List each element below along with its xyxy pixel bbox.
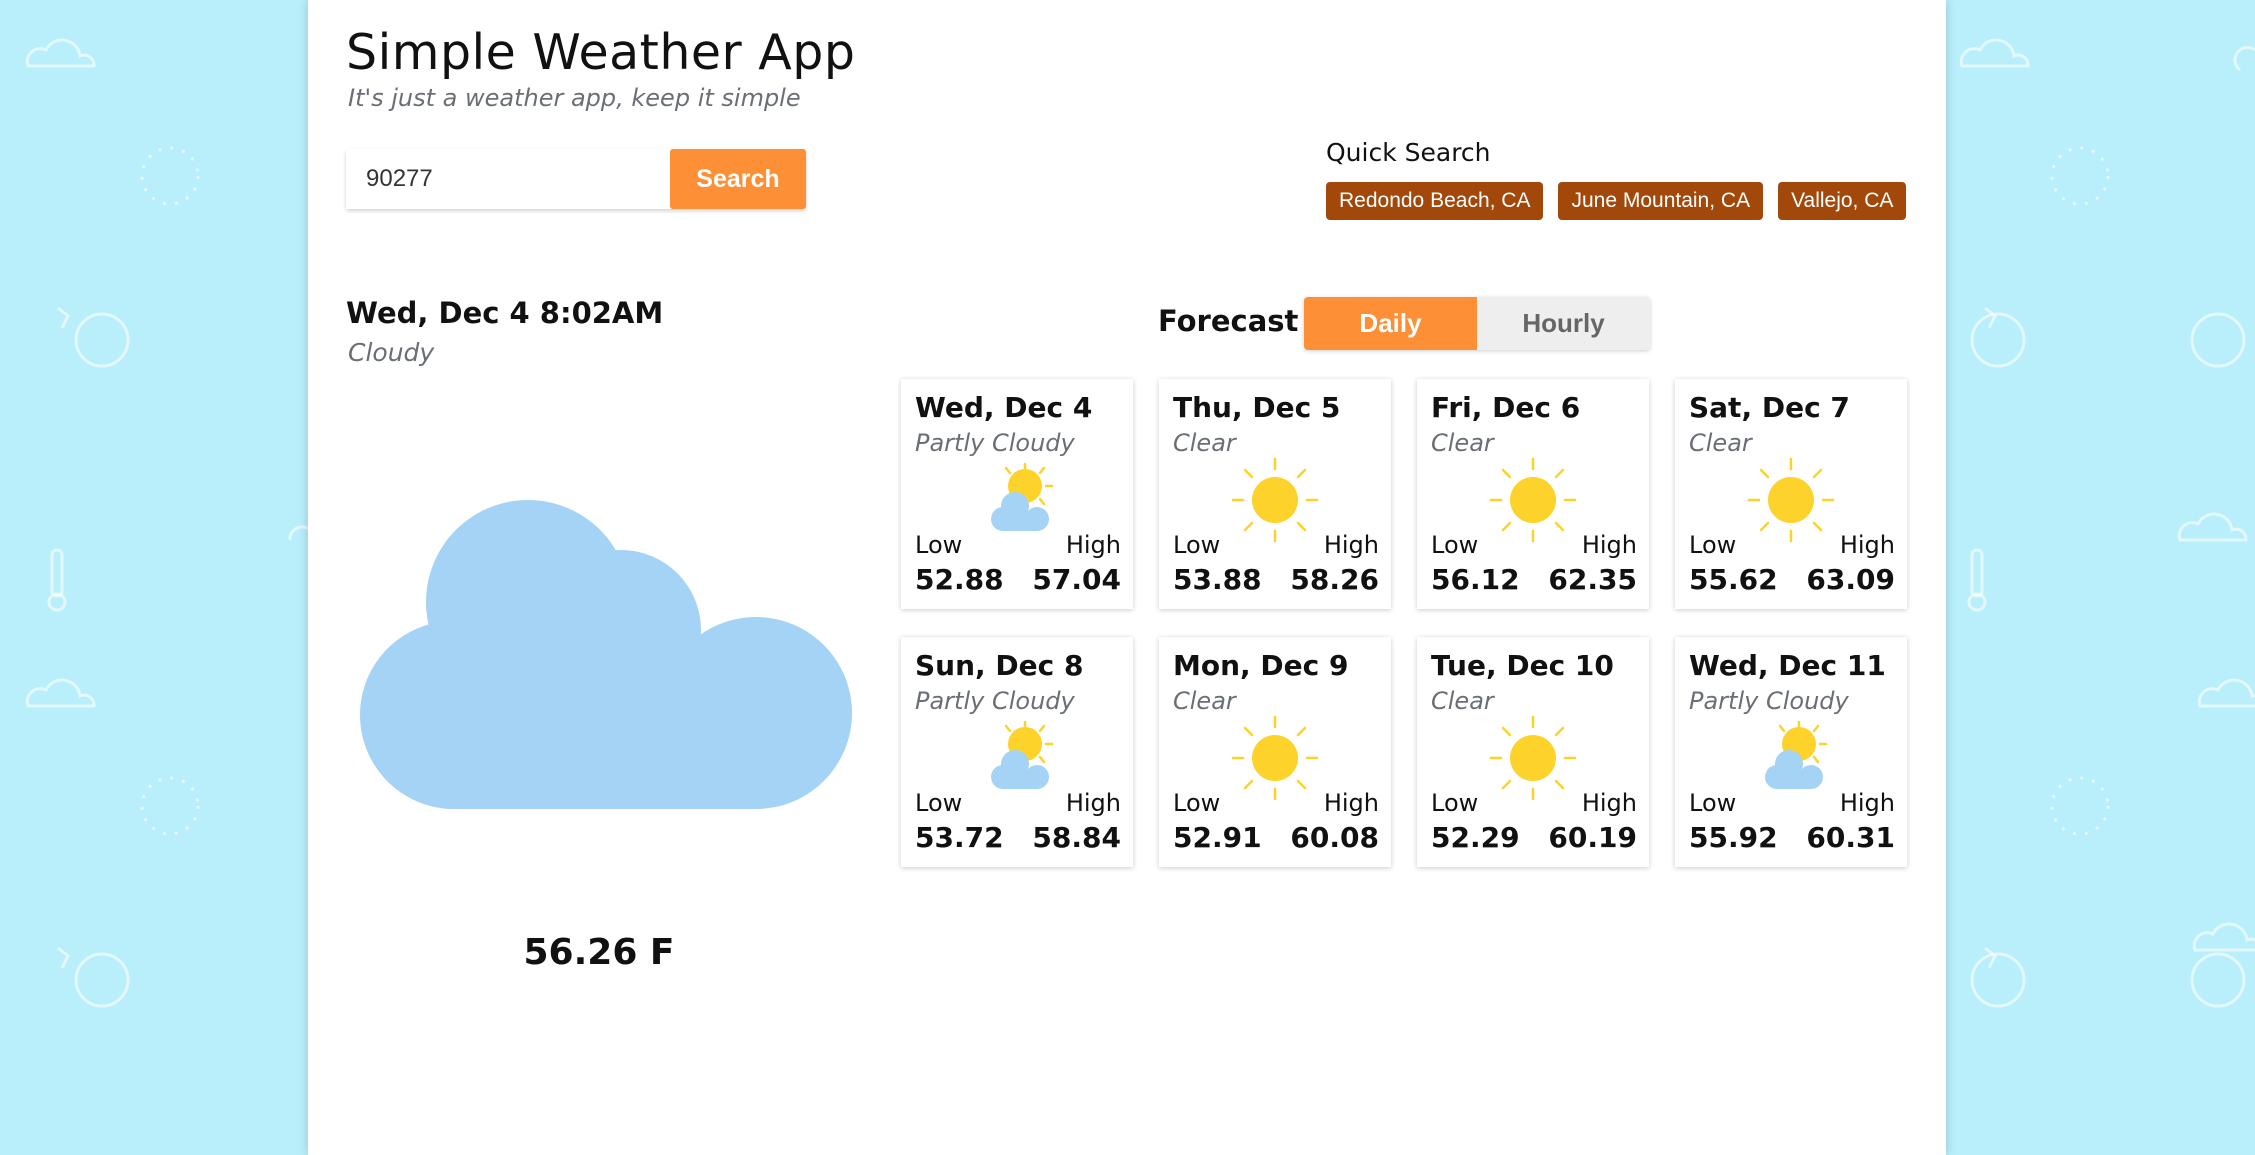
forecast-day: Thu, Dec 5 [1173, 391, 1341, 424]
quick-search-label: Quick Search [1326, 138, 1491, 167]
high-temperature: 60.19 [1548, 821, 1637, 854]
sun-icon [1747, 457, 1835, 543]
app-title: Simple Weather App [346, 24, 856, 81]
forecast-card: Tue, Dec 10 Clear Low High 52.29 60.19 [1417, 637, 1649, 867]
low-label: Low [1173, 789, 1221, 817]
quick-search-list: Redondo Beach, CA June Mountain, CA Vall… [1326, 182, 1907, 220]
high-label: High [1581, 789, 1637, 817]
partly-cloudy-icon [991, 462, 1054, 531]
search-bar: Search [346, 149, 806, 209]
search-button[interactable]: Search [670, 149, 806, 209]
forecast-card: Mon, Dec 9 Clear Low High 52.91 60.08 [1159, 637, 1391, 867]
high-temperature: 62.35 [1548, 563, 1637, 596]
forecast-card: Sat, Dec 7 Clear Low High 55.62 63.09 [1675, 379, 1907, 609]
forecast-condition: Partly Cloudy [915, 429, 1075, 457]
daily-toggle-button[interactable]: Daily [1304, 297, 1477, 350]
forecast-day: Mon, Dec 9 [1173, 649, 1349, 682]
low-label: Low [915, 531, 963, 559]
low-temperature: 53.88 [1173, 563, 1262, 596]
forecast-day: Sun, Dec 8 [915, 649, 1084, 682]
forecast-day: Wed, Dec 4 [915, 391, 1093, 424]
low-temperature: 53.72 [915, 821, 1004, 854]
sun-icon [1231, 457, 1319, 543]
forecast-condition: Clear [1431, 687, 1494, 715]
current-temperature: 56.26 F [523, 932, 675, 973]
high-label: High [1839, 789, 1895, 817]
high-label: High [1065, 789, 1121, 817]
low-label: Low [1431, 531, 1479, 559]
low-label: Low [1689, 531, 1737, 559]
high-temperature: 63.09 [1806, 563, 1895, 596]
high-label: High [1065, 531, 1121, 559]
forecast-day: Tue, Dec 10 [1431, 649, 1614, 682]
hourly-toggle-button[interactable]: Hourly [1477, 297, 1650, 350]
low-label: Low [1173, 531, 1221, 559]
main-panel: Simple Weather App It's just a weather a… [308, 0, 1946, 1155]
forecast-condition: Clear [1431, 429, 1494, 457]
sun-icon [1231, 715, 1319, 801]
high-temperature: 58.26 [1290, 563, 1379, 596]
forecast-condition: Partly Cloudy [1689, 687, 1849, 715]
low-label: Low [1689, 789, 1737, 817]
high-label: High [1581, 531, 1637, 559]
low-temperature: 52.91 [1173, 821, 1262, 854]
cloud-icon [360, 500, 852, 809]
low-label: Low [915, 789, 963, 817]
high-temperature: 60.31 [1806, 821, 1895, 854]
forecast-condition: Partly Cloudy [915, 687, 1075, 715]
forecast-condition: Clear [1173, 429, 1236, 457]
forecast-day: Sat, Dec 7 [1689, 391, 1850, 424]
forecast-label: Forecast [1158, 304, 1299, 338]
high-temperature: 57.04 [1032, 563, 1121, 596]
high-temperature: 60.08 [1290, 821, 1379, 854]
sun-icon [1489, 715, 1577, 801]
search-input[interactable] [346, 149, 670, 209]
forecast-card: Wed, Dec 4 Partly Cloudy Low High 52.88 … [901, 379, 1133, 609]
sun-icon [1489, 457, 1577, 543]
forecast-condition: Clear [1173, 687, 1236, 715]
forecast-card: Thu, Dec 5 Clear Low High 53.88 58.26 [1159, 379, 1391, 609]
low-temperature: 52.88 [915, 563, 1004, 596]
high-label: High [1839, 531, 1895, 559]
app-subtitle: It's just a weather app, keep it simple [348, 84, 801, 112]
forecast-day: Fri, Dec 6 [1431, 391, 1581, 424]
forecast-card: Fri, Dec 6 Clear Low High 56.12 62.35 [1417, 379, 1649, 609]
current-condition: Cloudy [348, 338, 435, 367]
low-temperature: 56.12 [1431, 563, 1520, 596]
forecast-day: Wed, Dec 11 [1689, 649, 1886, 682]
high-label: High [1323, 531, 1379, 559]
low-temperature: 55.62 [1689, 563, 1778, 596]
quick-search-chip[interactable]: June Mountain, CA [1558, 182, 1764, 220]
low-temperature: 52.29 [1431, 821, 1520, 854]
low-label: Low [1431, 789, 1479, 817]
forecast-card: Sun, Dec 8 Partly Cloudy Low High 53.72 … [901, 637, 1133, 867]
quick-search-chip[interactable]: Vallejo, CA [1778, 182, 1907, 220]
forecast-toggle: Daily Hourly [1304, 297, 1650, 350]
forecast-condition: Clear [1689, 429, 1752, 457]
quick-search-chip[interactable]: Redondo Beach, CA [1326, 182, 1544, 220]
partly-cloudy-icon [991, 720, 1054, 789]
high-label: High [1323, 789, 1379, 817]
current-datetime: Wed, Dec 4 8:02AM [346, 296, 664, 330]
forecast-card: Wed, Dec 11 Partly Cloudy Low High 55.92… [1675, 637, 1907, 867]
high-temperature: 58.84 [1032, 821, 1121, 854]
low-temperature: 55.92 [1689, 821, 1778, 854]
partly-cloudy-icon [1765, 720, 1828, 789]
